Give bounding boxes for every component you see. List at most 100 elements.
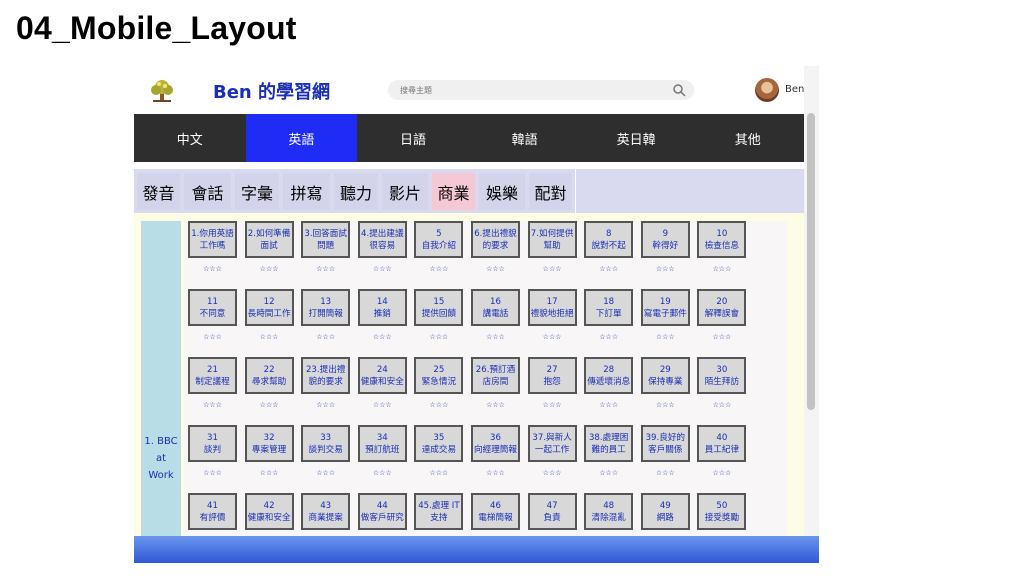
lesson-card[interactable]: 26.預訂酒 店房間: [471, 357, 520, 394]
lesson-card[interactable]: 44 做客戶研究: [357, 493, 407, 530]
lesson-card[interactable]: 30 陌生拜訪: [697, 357, 747, 394]
lesson-card[interactable]: 46 電梯簡報: [471, 493, 520, 530]
lesson-card[interactable]: 22 尋求幫助: [244, 357, 294, 394]
lesson-rating-stars[interactable]: ☆☆☆: [471, 401, 520, 409]
lesson-card[interactable]: 33 談判交易: [301, 425, 351, 462]
lesson-card[interactable]: 36 向經理簡報: [471, 425, 520, 462]
lesson-rating-stars[interactable]: ☆☆☆: [471, 333, 520, 341]
lesson-rating-stars[interactable]: ☆☆☆: [245, 469, 294, 477]
lesson-card[interactable]: 32 專案管理: [244, 425, 294, 462]
sub-nav-item[interactable]: 會話: [184, 173, 231, 210]
lesson-card[interactable]: 10 檢查信息: [697, 221, 747, 258]
lesson-card[interactable]: 40 員工紀律: [697, 425, 747, 462]
lesson-rating-stars[interactable]: ☆☆☆: [641, 333, 690, 341]
lesson-rating-stars[interactable]: ☆☆☆: [584, 265, 633, 273]
lesson-card[interactable]: 41 有評價: [188, 493, 237, 530]
sub-nav-item[interactable]: 發音: [137, 173, 180, 210]
lesson-rating-stars[interactable]: ☆☆☆: [188, 469, 237, 477]
lesson-rating-stars[interactable]: ☆☆☆: [188, 401, 237, 409]
lesson-rating-stars[interactable]: ☆☆☆: [584, 333, 633, 341]
lesson-card[interactable]: 14 推銷: [357, 289, 407, 326]
sub-nav-item[interactable]: 聽力: [334, 173, 378, 210]
lesson-rating-stars[interactable]: ☆☆☆: [358, 469, 407, 477]
lesson-card[interactable]: 34 預訂航班: [357, 425, 407, 462]
lesson-card[interactable]: 16 講電話: [471, 289, 520, 326]
lesson-card[interactable]: 42 健康和安全: [244, 493, 294, 530]
lesson-card[interactable]: 4.提出建議 很容易: [357, 221, 407, 258]
sub-nav-item[interactable]: 娛樂: [479, 173, 525, 210]
nav-item[interactable]: 韓語: [469, 114, 581, 162]
lesson-card[interactable]: 37.與新人 一起工作: [527, 425, 577, 462]
avatar[interactable]: [755, 78, 779, 102]
lesson-rating-stars[interactable]: ☆☆☆: [528, 401, 577, 409]
sub-nav-item[interactable]: 拼寫: [283, 173, 330, 210]
lesson-rating-stars[interactable]: ☆☆☆: [584, 469, 633, 477]
user-name[interactable]: Ben: [785, 84, 804, 95]
lesson-rating-stars[interactable]: ☆☆☆: [414, 469, 463, 477]
lesson-rating-stars[interactable]: ☆☆☆: [301, 265, 350, 273]
lesson-card[interactable]: 7.如何提供 幫助: [527, 221, 577, 258]
lesson-rating-stars[interactable]: ☆☆☆: [188, 265, 237, 273]
category-sidebar[interactable]: 1. BBC at Work: [141, 221, 181, 543]
lesson-card[interactable]: 5 自我介紹: [414, 221, 464, 258]
lesson-rating-stars[interactable]: ☆☆☆: [414, 401, 463, 409]
lesson-card[interactable]: 15 提供回饋: [414, 289, 464, 326]
lesson-card[interactable]: 49 網路: [640, 493, 690, 530]
sub-nav-item[interactable]: 商業: [432, 173, 475, 210]
search-input[interactable]: [400, 82, 660, 98]
search-box[interactable]: [388, 80, 694, 100]
site-title[interactable]: Ben 的學習網: [213, 78, 330, 104]
lesson-card[interactable]: 11 不同意: [188, 289, 237, 326]
lesson-rating-stars[interactable]: ☆☆☆: [528, 265, 577, 273]
lesson-card[interactable]: 8 說對不起: [584, 221, 634, 258]
lesson-card[interactable]: 13 打開簡報: [301, 289, 351, 326]
nav-item[interactable]: 日語: [357, 114, 469, 162]
lesson-card[interactable]: 28 傳遞壞消息: [584, 357, 634, 394]
lesson-card[interactable]: 23.提出禮 貌的要求: [301, 357, 351, 394]
lesson-rating-stars[interactable]: ☆☆☆: [641, 401, 690, 409]
lesson-rating-stars[interactable]: ☆☆☆: [301, 469, 350, 477]
lesson-card[interactable]: 24 健康和安全: [357, 357, 407, 394]
lesson-card[interactable]: 20 解釋誤會: [697, 289, 747, 326]
lesson-card[interactable]: 45.處理 IT 支持: [414, 493, 464, 530]
lesson-rating-stars[interactable]: ☆☆☆: [414, 265, 463, 273]
scrollbar[interactable]: [804, 66, 819, 536]
lesson-card[interactable]: 6.提出禮貌 的要求: [471, 221, 520, 258]
lesson-card[interactable]: 39.良好的 客戶關係: [640, 425, 690, 462]
lesson-rating-stars[interactable]: ☆☆☆: [641, 265, 690, 273]
lesson-card[interactable]: 2.如何準備 面試: [244, 221, 294, 258]
tree-logo-icon[interactable]: [148, 76, 176, 104]
lesson-rating-stars[interactable]: ☆☆☆: [358, 401, 407, 409]
lesson-rating-stars[interactable]: ☆☆☆: [245, 401, 294, 409]
lesson-card[interactable]: 3.回答面試 問題: [301, 221, 351, 258]
lesson-rating-stars[interactable]: ☆☆☆: [188, 333, 237, 341]
lesson-rating-stars[interactable]: ☆☆☆: [697, 265, 746, 273]
nav-item[interactable]: 英語: [245, 114, 358, 162]
lesson-card[interactable]: 1.你用英語 工作嗎: [188, 221, 237, 258]
lesson-card[interactable]: 38.處理困 難的員工: [584, 425, 634, 462]
lesson-rating-stars[interactable]: ☆☆☆: [697, 401, 746, 409]
lesson-rating-stars[interactable]: ☆☆☆: [528, 333, 577, 341]
lesson-card[interactable]: 9 幹得好: [640, 221, 690, 258]
lesson-card[interactable]: 31 談判: [188, 425, 237, 462]
lesson-card[interactable]: 43 商業提案: [301, 493, 351, 530]
lesson-card[interactable]: 21 制定議程: [188, 357, 237, 394]
lesson-card[interactable]: 29 保持專業: [640, 357, 690, 394]
lesson-card[interactable]: 18 下訂單: [584, 289, 634, 326]
lesson-rating-stars[interactable]: ☆☆☆: [358, 265, 407, 273]
lesson-rating-stars[interactable]: ☆☆☆: [584, 401, 633, 409]
scroll-thumb[interactable]: [807, 113, 815, 410]
search-icon[interactable]: [672, 83, 686, 97]
nav-item[interactable]: 其他: [692, 114, 804, 162]
nav-item[interactable]: 英日韓: [580, 114, 692, 162]
sub-nav-item[interactable]: 配對: [529, 173, 572, 210]
lesson-card[interactable]: 35 達成交易: [414, 425, 464, 462]
lesson-rating-stars[interactable]: ☆☆☆: [697, 469, 746, 477]
lesson-rating-stars[interactable]: ☆☆☆: [245, 265, 294, 273]
lesson-card[interactable]: 19 寫電子郵件: [640, 289, 690, 326]
lesson-rating-stars[interactable]: ☆☆☆: [528, 469, 577, 477]
lesson-card[interactable]: 17 禮貌地拒絕: [527, 289, 577, 326]
lesson-rating-stars[interactable]: ☆☆☆: [471, 265, 520, 273]
nav-item[interactable]: 中文: [134, 114, 246, 162]
category-label[interactable]: 1. BBC at Work: [141, 433, 181, 484]
